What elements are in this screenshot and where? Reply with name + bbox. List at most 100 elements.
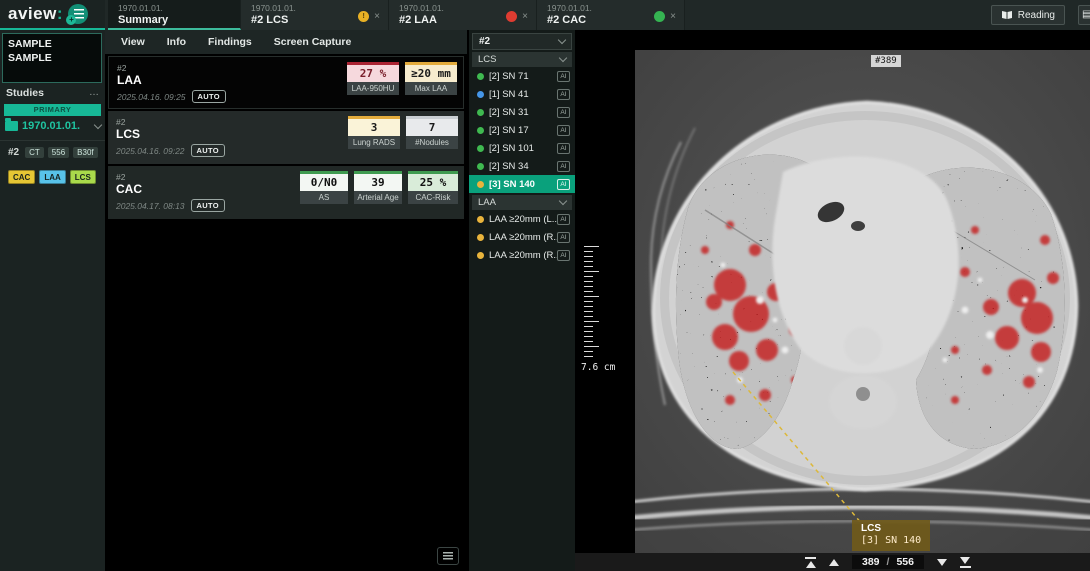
patient-id: SAMPLE: [8, 51, 96, 65]
summary-panel: View Info Findings Screen Capture #2 LAA…: [105, 30, 467, 571]
summary-card-laa[interactable]: #2 LAA 2025.04.16. 09:25 AUTO 27 % LAA-9…: [108, 56, 464, 109]
logo-list-icon: +: [68, 4, 88, 24]
book-icon: [1001, 10, 1013, 20]
nodule-item-selected[interactable]: [3] SN 140 AI: [469, 175, 575, 193]
nodule-item[interactable]: [1] SN 41 AI: [469, 85, 575, 103]
laa-finding-item[interactable]: LAA ≥20mm (R... AI: [469, 246, 575, 264]
chevron-down-icon: [559, 197, 567, 205]
tab-bar: 1970.01.01. Summary 1970.01.01. #2 LCS !…: [108, 0, 685, 30]
laa-group-select[interactable]: LAA: [472, 195, 572, 210]
tab-date: 1970.01.01.: [118, 3, 168, 14]
previous-slice-button[interactable]: [829, 559, 839, 566]
nodule-item[interactable]: [2] SN 17 AI: [469, 121, 575, 139]
findings-panel: #2 LCS [2] SN 71 AI [1] SN 41 AI [2] SN …: [467, 30, 575, 571]
metric-nodule-count: 7 #Nodules: [406, 116, 458, 149]
ai-badge: AI: [557, 89, 570, 100]
ruler-ticks: [584, 246, 599, 357]
metric-cac-risk: 25 % CAC-Risk: [408, 171, 458, 204]
metric-lung-rads: 3 Lung RADS: [348, 116, 400, 149]
first-slice-button[interactable]: [805, 557, 816, 568]
ruler-length-label: 7.6 cm: [581, 362, 615, 373]
save-icon[interactable]: ▤: [1078, 5, 1090, 25]
patient-name: SAMPLE: [8, 37, 96, 51]
top-bar: aview: + 1970.01.01. Summary 1970.01.01.…: [0, 0, 1090, 30]
patient-info-box[interactable]: SAMPLE SAMPLE: [2, 33, 102, 83]
nodule-item[interactable]: [2] SN 34 AI: [469, 157, 575, 175]
studies-menu-icon[interactable]: …: [89, 87, 100, 99]
chevron-down-icon: [559, 54, 567, 62]
lcs-group-select[interactable]: LCS: [472, 52, 572, 67]
reading-label: Reading: [1018, 10, 1055, 21]
primary-badge: PRIMARY: [4, 104, 101, 116]
last-slice-button[interactable]: [960, 557, 971, 568]
metric-max-laa: ≥20 mm Max LAA: [405, 62, 457, 95]
ct-axial-image[interactable]: [635, 50, 1090, 555]
close-icon[interactable]: ×: [374, 12, 380, 22]
finding-annotation[interactable]: LCS [3] SN 140: [852, 520, 930, 551]
studies-heading: Studies: [6, 87, 44, 99]
tab-title: Summary: [118, 14, 168, 27]
menu-findings[interactable]: Findings: [208, 36, 252, 48]
study-item[interactable]: 1970.01.01.: [5, 120, 101, 132]
card-date: 2025.04.16. 09:25: [117, 92, 186, 102]
status-dot: [477, 145, 484, 152]
series-id: #2: [8, 147, 19, 158]
status-dot: [477, 73, 484, 80]
ai-badge: AI: [557, 143, 570, 154]
summary-card-cac[interactable]: #2 CAC 2025.04.17. 08:13 AUTO 0/N0 AS 39…: [108, 166, 464, 219]
laa-finding-item[interactable]: LAA ≥20mm (R... AI: [469, 228, 575, 246]
metric-arterial-age: 39 Arterial Age: [354, 171, 402, 204]
auto-badge: AUTO: [192, 90, 226, 103]
nodule-item[interactable]: [2] SN 101 AI: [469, 139, 575, 157]
tab-date: 1970.01.01.: [399, 3, 444, 14]
kernel-badge: B30f: [73, 147, 97, 158]
tab-laa[interactable]: 1970.01.01. #2 LAA ×: [389, 0, 537, 30]
tab-lcs[interactable]: 1970.01.01. #2 LCS ! ×: [241, 0, 389, 30]
close-icon[interactable]: ×: [522, 12, 528, 22]
report-list-button[interactable]: [437, 547, 459, 565]
tab-title: #2 LAA: [399, 14, 444, 27]
status-dot: [477, 163, 484, 170]
status-dot: [477, 181, 484, 188]
image-viewport[interactable]: #389 7.6 cm LCS [3] SN 140 389 / 556: [575, 30, 1090, 571]
series-item[interactable]: #2 CT 556 B30f: [8, 147, 98, 158]
folder-icon: [5, 121, 18, 131]
sidebar: SAMPLE SAMPLE Studies … PRIMARY 1970.01.…: [0, 30, 105, 571]
metric-agatston: 0/N0 AS: [300, 171, 348, 204]
annotation-id: [3] SN 140: [861, 535, 921, 547]
logo-colon: :: [57, 4, 63, 23]
lcs-group-value: LCS: [478, 54, 496, 65]
ai-badge: AI: [557, 250, 570, 261]
tab-cac[interactable]: 1970.01.01. #2 CAC ×: [537, 0, 685, 30]
tab-summary[interactable]: 1970.01.01. Summary: [108, 0, 241, 30]
ai-badge: AI: [557, 71, 570, 82]
current-slice: 389: [862, 556, 880, 568]
nodule-item[interactable]: [2] SN 71 AI: [469, 67, 575, 85]
auto-badge: AUTO: [191, 199, 225, 212]
badge-laa[interactable]: LAA: [39, 170, 65, 184]
ai-badge: AI: [557, 107, 570, 118]
menu-info[interactable]: Info: [167, 36, 186, 48]
badge-lcs[interactable]: LCS: [70, 170, 96, 184]
next-slice-button[interactable]: [937, 559, 947, 566]
status-dot-warning: !: [358, 11, 369, 22]
menu-screen-capture[interactable]: Screen Capture: [274, 36, 352, 48]
status-dot: [477, 91, 484, 98]
badge-cac[interactable]: CAC: [8, 170, 35, 184]
series-select[interactable]: #2: [472, 33, 572, 50]
summary-card-lcs[interactable]: #2 LCS 2025.04.16. 09:22 AUTO 3 Lung RAD…: [108, 111, 464, 164]
slice-count-badge: 556: [48, 147, 69, 158]
metric-laa-950hu: 27 % LAA-950HU: [347, 62, 399, 95]
status-dot: [477, 234, 484, 241]
reading-button[interactable]: Reading: [991, 5, 1065, 25]
laa-group-value: LAA: [478, 197, 496, 208]
ai-badge: AI: [557, 232, 570, 243]
summary-menu-bar: View Info Findings Screen Capture: [105, 30, 467, 54]
laa-finding-item[interactable]: LAA ≥20mm (L... AI: [469, 210, 575, 228]
logo-text: aview: [8, 4, 57, 23]
chevron-down-icon[interactable]: [94, 120, 102, 128]
close-icon[interactable]: ×: [670, 12, 676, 22]
menu-view[interactable]: View: [121, 36, 145, 48]
nodule-item[interactable]: [2] SN 31 AI: [469, 103, 575, 121]
status-dot: [477, 127, 484, 134]
